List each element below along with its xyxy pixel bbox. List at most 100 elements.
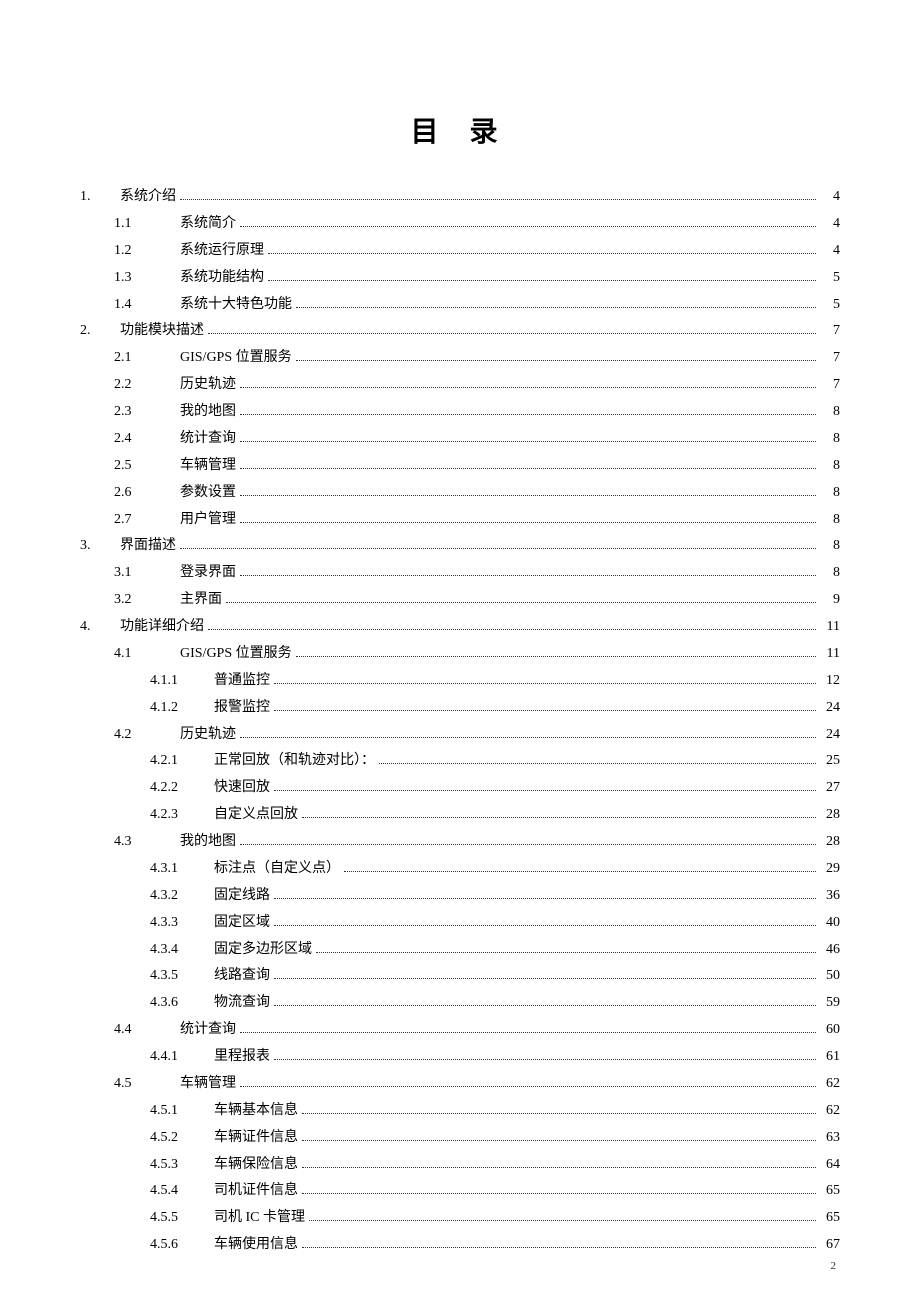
toc-entry[interactable]: 4.5.5司机 IC 卡管理65 (80, 1207, 840, 1229)
toc-entry[interactable]: 3.界面描述8 (80, 535, 840, 557)
toc-entry-page: 59 (820, 992, 840, 1014)
toc-entry-page: 28 (820, 804, 840, 826)
toc-entry[interactable]: 4.4统计查询60 (80, 1019, 840, 1041)
toc-leader-dots (240, 737, 816, 738)
toc-entry[interactable]: 4.5车辆管理62 (80, 1073, 840, 1095)
toc-entry-text: 司机 IC 卡管理 (214, 1207, 305, 1229)
toc-entry-page: 67 (820, 1234, 840, 1256)
toc-entry[interactable]: 4.3我的地图28 (80, 831, 840, 853)
toc-entry-text: 车辆证件信息 (214, 1127, 298, 1149)
toc-entry[interactable]: 2.1GIS/GPS 位置服务7 (80, 347, 840, 369)
toc-entry-number: 2.3 (114, 401, 178, 423)
toc-entry-text: 系统介绍 (120, 186, 176, 208)
toc-entry[interactable]: 2.7用户管理8 (80, 509, 840, 531)
toc-entry-number: 4.3.2 (150, 885, 212, 907)
toc-entry[interactable]: 4.5.1车辆基本信息62 (80, 1100, 840, 1122)
toc-entry[interactable]: 2.2历史轨迹7 (80, 374, 840, 396)
toc-entry[interactable]: 4.2.3自定义点回放28 (80, 804, 840, 826)
toc-entry[interactable]: 1.1系统简介4 (80, 213, 840, 235)
toc-entry[interactable]: 2.功能模块描述7 (80, 320, 840, 342)
toc-entry-number: 4.2 (114, 724, 178, 746)
toc-entry[interactable]: 2.6参数设置8 (80, 482, 840, 504)
toc-entry[interactable]: 4.2历史轨迹24 (80, 724, 840, 746)
toc-leader-dots (240, 226, 816, 227)
toc-leader-dots (302, 1247, 816, 1248)
toc-entry-page: 50 (820, 965, 840, 987)
toc-entry-text: 车辆管理 (180, 1073, 236, 1095)
toc-leader-dots (379, 763, 816, 764)
toc-entry-number: 4.1 (114, 643, 178, 665)
toc-entry-number: 3.1 (114, 562, 178, 584)
toc-entry[interactable]: 4.3.3固定区域40 (80, 912, 840, 934)
toc-entry[interactable]: 4.5.2车辆证件信息 63 (80, 1127, 840, 1149)
toc-entry[interactable]: 4.5.6车辆使用信息67 (80, 1234, 840, 1256)
toc-entry-number: 4.3.4 (150, 939, 212, 961)
toc-leader-dots (302, 1140, 816, 1141)
toc-entry-page: 8 (820, 562, 840, 584)
toc-leader-dots (226, 602, 816, 603)
toc-entry-text: 统计查询 (180, 428, 236, 450)
toc-entry-page: 4 (820, 213, 840, 235)
toc-entry-number: 4.3 (114, 831, 178, 853)
toc-entry-text: GIS/GPS 位置服务 (180, 347, 292, 369)
toc-entry-page: 11 (820, 643, 840, 665)
toc-entry[interactable]: 4.3.4固定多边形区域46 (80, 939, 840, 961)
toc-entry[interactable]: 1.系统介绍4 (80, 186, 840, 208)
toc-entry[interactable]: 4.1.1普通监控12 (80, 670, 840, 692)
toc-entry[interactable]: 4.5.4司机证件信息65 (80, 1180, 840, 1202)
toc-entry-text: 系统功能结构 (180, 267, 264, 289)
toc-entry-number: 4.4 (114, 1019, 178, 1041)
toc-entry[interactable]: 3.2主界面9 (80, 589, 840, 611)
toc-entry-page: 24 (820, 724, 840, 746)
toc-entry-text: 车辆使用信息 (214, 1234, 298, 1256)
toc-entry-text: 快速回放 (214, 777, 270, 799)
toc-entry-text: 自定义点回放 (214, 804, 298, 826)
toc-entry-number: 2.6 (114, 482, 178, 504)
toc-entry-page: 28 (820, 831, 840, 853)
toc-entry-page: 12 (820, 670, 840, 692)
toc-entry-number: 2.5 (114, 455, 178, 477)
toc-entry-number: 4.5.1 (150, 1100, 212, 1122)
toc-entry-number: 4.5.2 (150, 1127, 212, 1149)
toc-leader-dots (302, 817, 816, 818)
toc-entry-number: 1.4 (114, 294, 178, 316)
toc-leader-dots (296, 360, 816, 361)
toc-entry[interactable]: 4.3.5线路查询50 (80, 965, 840, 987)
toc-entry[interactable]: 4.功能详细介绍11 (80, 616, 840, 638)
toc-entry[interactable]: 4.4.1里程报表61 (80, 1046, 840, 1068)
toc-entry-page: 8 (820, 535, 840, 557)
toc-leader-dots (309, 1220, 816, 1221)
toc-leader-dots (240, 387, 816, 388)
toc-entry-number: 4.3.3 (150, 912, 212, 934)
toc-entry[interactable]: 4.2.1正常回放（和轨迹对比）：25 (80, 750, 840, 772)
toc-entry[interactable]: 4.1GIS/GPS 位置服务11 (80, 643, 840, 665)
toc-entry[interactable]: 4.3.6物流查询59 (80, 992, 840, 1014)
toc-entry[interactable]: 2.5车辆管理8 (80, 455, 840, 477)
toc-entry[interactable]: 4.2.2快速回放27 (80, 777, 840, 799)
toc-entry-page: 63 (820, 1127, 840, 1149)
toc-leader-dots (302, 1167, 816, 1168)
toc-leader-dots (240, 844, 816, 845)
toc-entry[interactable]: 2.4统计查询8 (80, 428, 840, 450)
toc-entry-number: 2.1 (114, 347, 178, 369)
toc-entry-text: 固定线路 (214, 885, 270, 907)
toc-entry[interactable]: 1.3系统功能结构5 (80, 267, 840, 289)
toc-entry[interactable]: 1.2系统运行原理4 (80, 240, 840, 262)
toc-entry-page: 8 (820, 482, 840, 504)
toc-entry-number: 4.4.1 (150, 1046, 212, 1068)
toc-entry-text: 普通监控 (214, 670, 270, 692)
toc-entry[interactable]: 4.3.1标注点（自定义点）29 (80, 858, 840, 880)
toc-entry[interactable]: 3.1登录界面8 (80, 562, 840, 584)
toc-entry[interactable]: 1.4系统十大特色功能5 (80, 294, 840, 316)
toc-entry-text: 我的地图 (180, 401, 236, 423)
toc-entry[interactable]: 4.5.3车辆保险信息64 (80, 1154, 840, 1176)
toc-entry[interactable]: 4.3.2固定线路36 (80, 885, 840, 907)
toc-entry-page: 5 (820, 294, 840, 316)
toc-leader-dots (274, 1059, 816, 1060)
toc-leader-dots (274, 978, 816, 979)
toc-entry[interactable]: 2.3我的地图8 (80, 401, 840, 423)
toc-entry[interactable]: 4.1.2报警监控24 (80, 697, 840, 719)
toc-entry-page: 64 (820, 1154, 840, 1176)
toc-entry-text: 司机证件信息 (214, 1180, 298, 1202)
toc-entry-page: 29 (820, 858, 840, 880)
